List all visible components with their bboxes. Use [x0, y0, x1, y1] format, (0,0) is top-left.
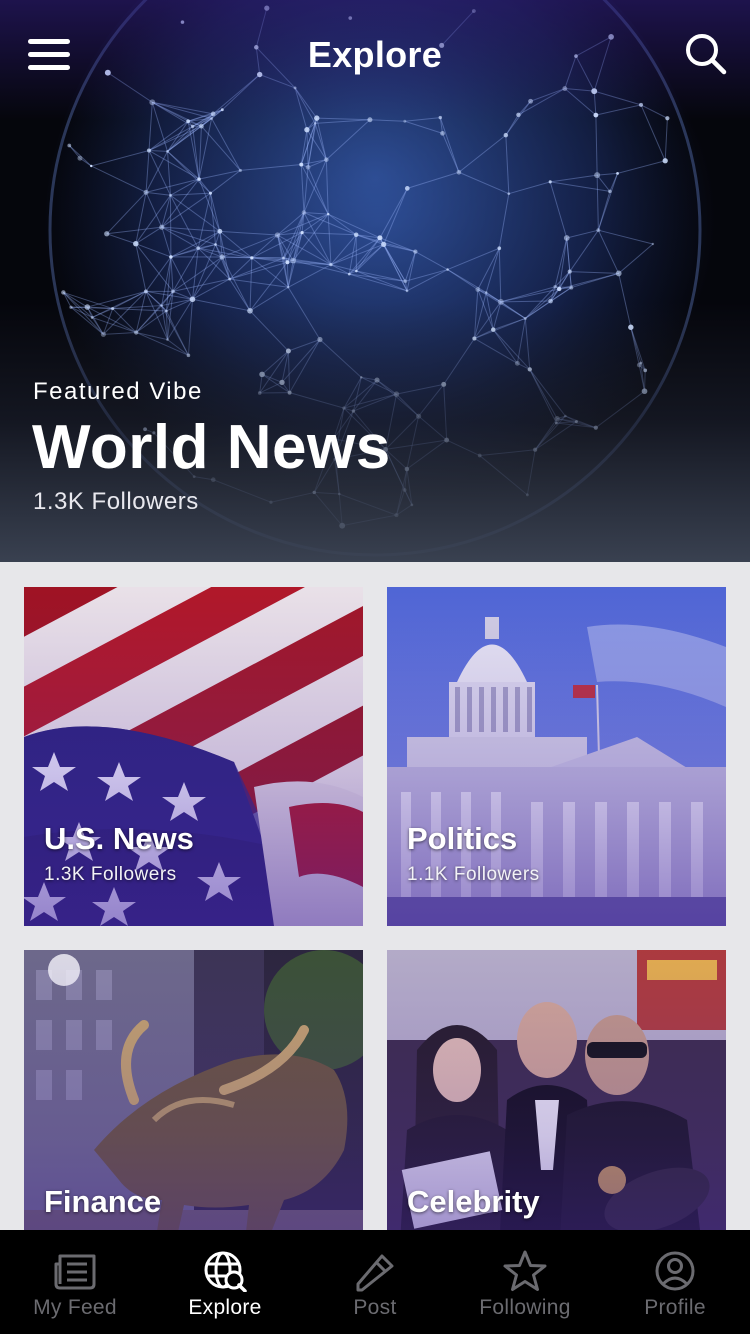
- tile-name: Celebrity: [407, 1184, 540, 1219]
- tile-followers: 1.3K Followers: [44, 864, 177, 885]
- navigation-bar: Explore: [0, 0, 750, 110]
- tile-name: Politics: [407, 821, 518, 856]
- tab-label: Post: [353, 1296, 397, 1319]
- featured-followers: 1.3K Followers: [33, 488, 199, 515]
- globe-search-icon: [204, 1251, 247, 1292]
- featured-label: Featured Vibe: [33, 378, 203, 405]
- vibe-tile-politics[interactable]: Politics 1.1K Followers: [387, 587, 726, 926]
- tab-label: Following: [479, 1296, 571, 1319]
- tab-following[interactable]: Following: [450, 1230, 600, 1334]
- tab-post[interactable]: Post: [300, 1230, 450, 1334]
- page-title: Explore: [307, 34, 443, 75]
- tab-label: My Feed: [33, 1296, 117, 1319]
- featured-title: World News: [32, 413, 391, 482]
- tab-profile[interactable]: Profile: [600, 1230, 750, 1334]
- newspaper-icon: [54, 1254, 96, 1290]
- tile-name: Finance: [44, 1184, 162, 1219]
- tile-followers: 1.1K Followers: [407, 864, 540, 885]
- star-icon: [503, 1250, 547, 1291]
- explore-screen: Explore Featured Vibe World News 1.3K Fo…: [0, 0, 750, 1334]
- tab-label: Profile: [644, 1296, 706, 1319]
- pencil-icon: [356, 1254, 394, 1292]
- tab-label: Explore: [188, 1296, 262, 1319]
- vibe-tile-us-news[interactable]: U.S. News 1.3K Followers: [24, 587, 363, 926]
- tab-explore[interactable]: Explore: [150, 1230, 300, 1334]
- user-circle-icon: [655, 1251, 695, 1291]
- featured-hero[interactable]: Explore Featured Vibe World News 1.3K Fo…: [0, 0, 750, 562]
- search-icon[interactable]: [684, 32, 728, 76]
- tab-bar: My Feed Explore Post Following Profile: [0, 1230, 750, 1334]
- tile-name: U.S. News: [44, 821, 194, 856]
- tab-my-feed[interactable]: My Feed: [0, 1230, 150, 1334]
